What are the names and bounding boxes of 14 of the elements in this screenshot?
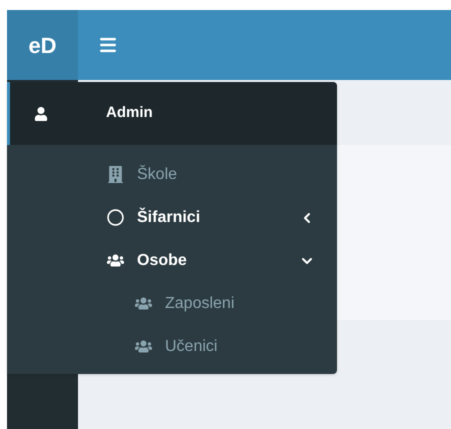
users-icon (107, 252, 124, 269)
users-icon (135, 338, 152, 355)
user-icon (34, 106, 48, 120)
menu-icon[interactable] (98, 35, 118, 55)
submenu-item[interactable]: Učenici (107, 325, 315, 368)
menu-item[interactable]: Šifarnici (107, 196, 315, 239)
menu-item[interactable]: Škole (107, 153, 315, 196)
user-menu-row[interactable]: Admin (7, 82, 337, 145)
menu-item[interactable]: Osobe (107, 239, 315, 282)
building-icon (107, 166, 124, 183)
submenu-item[interactable]: Zaposleni (107, 282, 315, 325)
logo[interactable]: eD (7, 10, 78, 80)
users-icon (135, 295, 152, 312)
user-name: Admin (106, 103, 153, 124)
